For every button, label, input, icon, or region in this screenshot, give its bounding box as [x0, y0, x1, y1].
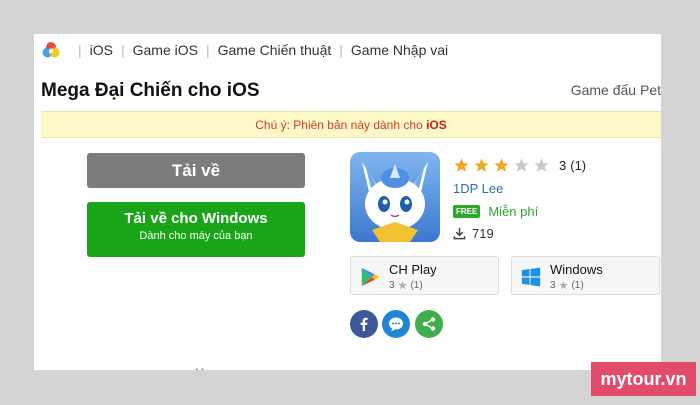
cut-off-text: ( ) — [194, 366, 205, 370]
store-rating-count: (1) — [410, 280, 423, 291]
app-icon — [350, 152, 440, 242]
price-label: Miễn phí — [488, 204, 539, 219]
star-icon — [514, 158, 529, 172]
breadcrumb-game-ios[interactable]: Game iOS — [133, 42, 198, 58]
breadcrumb-ios[interactable]: iOS — [90, 42, 113, 58]
store-rating: 3 ★ (1) — [389, 279, 423, 292]
facebook-share-button[interactable] — [350, 310, 378, 338]
download-windows-label: Tải về cho Windows — [124, 210, 268, 227]
app-page: | iOS | Game iOS | Game Chiến thuật | Ga… — [34, 34, 661, 370]
developer-link[interactable]: 1DP Lee — [453, 181, 503, 196]
download-count-icon — [453, 227, 466, 240]
share-button[interactable] — [415, 310, 443, 338]
platform-notice: Chú ý: Phiên bản này dành cho iOS — [41, 111, 661, 138]
breadcrumb-strategy[interactable]: Game Chiến thuật — [218, 42, 332, 58]
breadcrumb-separator: | — [78, 42, 82, 58]
free-badge: FREE — [453, 205, 481, 218]
breadcrumb-rpg[interactable]: Game Nhập vai — [351, 42, 448, 58]
star-icon — [454, 158, 469, 172]
breadcrumb: | iOS | Game iOS | Game Chiến thuật | Ga… — [42, 40, 448, 60]
store-rating-score: 3 — [389, 280, 395, 291]
share-icon — [422, 317, 436, 331]
messenger-share-button[interactable] — [382, 310, 410, 338]
watermark: mytour.vn — [591, 362, 696, 396]
notice-platform: iOS — [426, 118, 447, 132]
star-icon: ★ — [558, 280, 569, 292]
notice-text: Chú ý: Phiên bản này dành cho — [255, 118, 423, 132]
star-icon — [494, 158, 509, 172]
price: FREE Miễn phí — [453, 204, 538, 219]
star-icon: ★ — [397, 280, 408, 292]
download-count: 719 — [453, 226, 494, 241]
windows-icon — [521, 267, 541, 287]
store-name: CH Play — [389, 262, 437, 277]
download-count-value: 719 — [472, 226, 494, 241]
store-ch-play[interactable]: CH Play 3 ★ (1) — [350, 256, 499, 295]
page-title: Mega Đại Chiến cho iOS — [41, 80, 260, 101]
genre-link[interactable]: Game đấu Pet — [571, 82, 661, 98]
site-logo-icon[interactable] — [42, 41, 60, 59]
breadcrumb-separator: | — [339, 42, 343, 58]
store-rating: 3 ★ (1) — [550, 279, 584, 292]
rating: 3 (1) — [453, 157, 586, 174]
download-windows-button[interactable]: Tải về cho Windows Dành cho máy của bạn — [87, 202, 305, 257]
download-button[interactable]: Tải về — [87, 153, 305, 188]
messenger-icon — [389, 317, 403, 332]
store-rating-count: (1) — [571, 280, 584, 291]
store-windows[interactable]: Windows 3 ★ (1) — [511, 256, 660, 295]
star-icon — [474, 158, 489, 172]
facebook-icon — [360, 317, 368, 331]
rating-count: (1) — [570, 158, 587, 173]
google-play-icon — [361, 267, 380, 287]
store-name: Windows — [550, 262, 603, 277]
download-windows-sublabel: Dành cho máy của bạn — [139, 230, 253, 242]
screenshot-frame: | iOS | Game iOS | Game Chiến thuật | Ga… — [0, 0, 700, 405]
breadcrumb-separator: | — [205, 42, 210, 58]
rating-score: 3 — [559, 158, 567, 173]
breadcrumb-separator: | — [120, 42, 125, 58]
store-rating-score: 3 — [550, 280, 556, 291]
star-icon — [534, 158, 549, 172]
